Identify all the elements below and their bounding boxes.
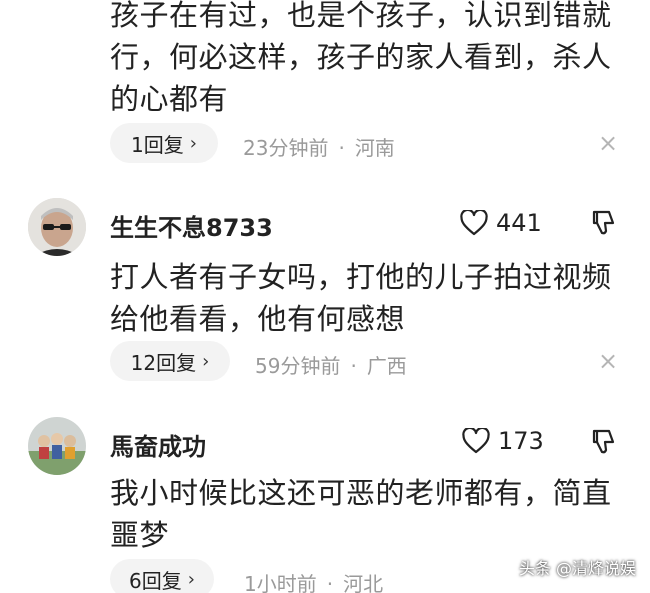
chevron-right-icon: › — [189, 132, 197, 154]
thumb-down-outline-icon — [592, 429, 615, 454]
comment-meta: 59分钟前 · 广西 — [255, 350, 407, 379]
comment-meta: 23分钟前 · 河南 — [243, 132, 395, 161]
reply-button[interactable]: 12回复 › — [110, 341, 230, 381]
reply-button[interactable]: 6回复 › — [110, 559, 214, 593]
comment-time: 1小时前 — [244, 572, 317, 593]
reply-count-label: 12回复 — [130, 350, 197, 375]
username[interactable]: 馬奤成功 — [110, 427, 206, 462]
comment-time: 23分钟前 — [243, 136, 329, 160]
like-button[interactable]: 441 — [460, 209, 542, 237]
close-icon[interactable]: × — [596, 349, 620, 373]
meta-separator: · — [350, 354, 357, 378]
reply-count-label: 1回复 — [131, 132, 184, 157]
comment-line: 孩子在有过，也是个孩子，认识到错就 — [110, 0, 612, 32]
heart-outline-icon — [462, 428, 490, 454]
watermark: 头条 @清烽说娱 — [518, 559, 636, 578]
like-button[interactable]: 173 — [462, 427, 544, 455]
dislike-button[interactable] — [589, 428, 617, 460]
comment-time: 59分钟前 — [255, 354, 341, 378]
meta-separator: · — [338, 136, 345, 160]
avatar[interactable] — [28, 417, 86, 475]
chevron-right-icon: › — [202, 350, 210, 372]
comment-line: 给他看看，他有何感想 — [110, 302, 406, 336]
like-count: 441 — [496, 209, 542, 237]
comment-line: 噩梦 — [110, 518, 170, 552]
heart-outline-icon — [460, 210, 488, 236]
username[interactable]: 生生不息8733 — [110, 208, 273, 243]
comment-text: 孩子在有过，也是个孩子，认识到错就 行，何必这样，孩子的家人看到，杀人 的心都有 — [110, 0, 630, 120]
close-icon[interactable]: × — [596, 131, 620, 155]
comment-feed: 孩子在有过，也是个孩子，认识到错就 行，何必这样，孩子的家人看到，杀人 的心都有… — [0, 0, 650, 593]
comment-text: 打人者有子女吗，打他的儿子拍过视频 给他看看，他有何感想 — [110, 256, 630, 340]
thumb-down-outline-icon — [592, 210, 615, 235]
comment-location: 广西 — [366, 354, 407, 378]
meta-separator: · — [326, 572, 334, 593]
comment-line: 打人者有子女吗，打他的儿子拍过视频 — [110, 260, 612, 294]
comment-line: 的心都有 — [110, 82, 229, 116]
chevron-right-icon: › — [187, 568, 195, 590]
avatar[interactable] — [28, 198, 86, 256]
reply-button[interactable]: 1回复 › — [110, 123, 218, 163]
comment-location: 河南 — [354, 136, 395, 160]
comment-meta: 1小时前 · 河北 — [244, 568, 383, 593]
dislike-button[interactable] — [589, 209, 617, 241]
comment-line: 我小时候比这还可恶的老师都有，简直 — [110, 476, 612, 510]
like-count: 173 — [498, 427, 544, 455]
comment-text: 我小时候比这还可恶的老师都有，简直 噩梦 — [110, 472, 630, 556]
comment-location: 河北 — [343, 572, 384, 593]
comment-line: 行，何必这样，孩子的家人看到，杀人 — [110, 40, 612, 74]
reply-count-label: 6回复 — [129, 568, 182, 593]
